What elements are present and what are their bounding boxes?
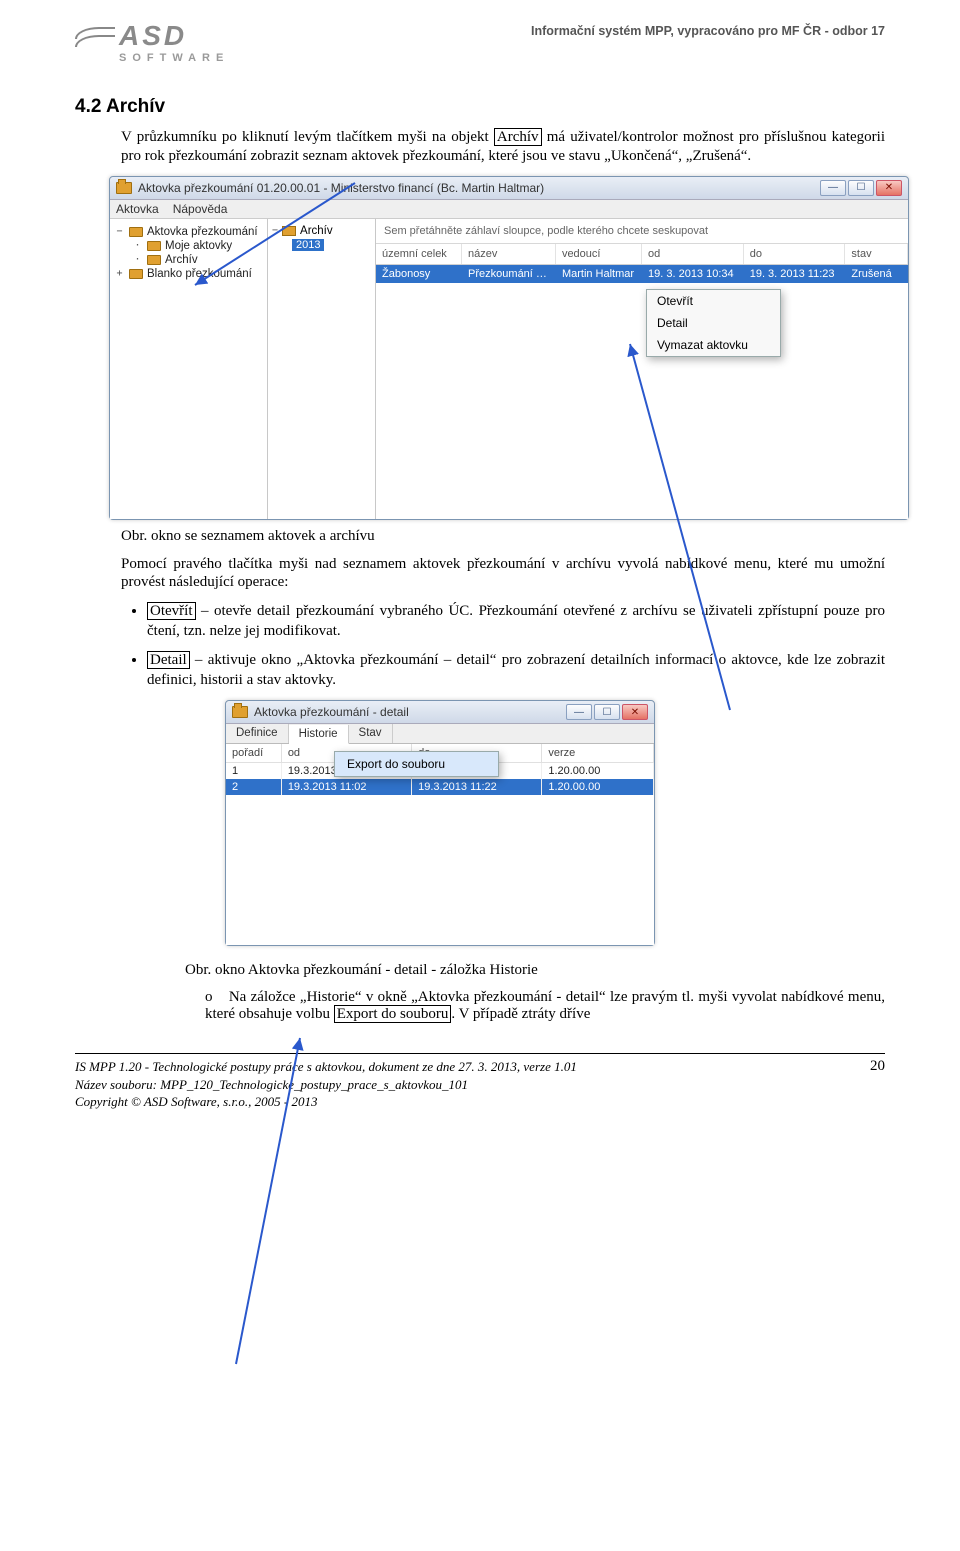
folder-icon	[282, 226, 296, 236]
tree-moje[interactable]: Moje aktovky	[165, 240, 232, 252]
tab-historie[interactable]: Historie	[289, 725, 349, 744]
col-verze[interactable]: verze	[542, 744, 654, 763]
titlebar[interactable]: Aktovka přezkoumání - detail — ☐ ✕	[226, 701, 654, 724]
col-nazev[interactable]: název	[462, 244, 556, 264]
ctx-open[interactable]: Otevřít	[647, 290, 780, 312]
logo-text-bottom: SOFTWARE	[119, 52, 229, 64]
header-right-text: Informační systém MPP, vypracováno pro M…	[531, 20, 885, 38]
window-aktovka-list: Aktovka přezkoumání 01.20.00.01 - Minist…	[109, 176, 909, 520]
close-button[interactable]: ✕	[876, 180, 902, 196]
navigation-tree[interactable]: −Aktovka přezkoumání ·Moje aktovky ·Arch…	[110, 219, 268, 519]
footer-line-2: Název souboru: MPP_120_Technologicke_pos…	[75, 1076, 577, 1094]
bullet-detail: Detail – aktivuje okno „Aktovka přezkoum…	[147, 651, 885, 690]
mid-paragraph: Pomocí pravého tlačítka myši nad sezname…	[121, 555, 885, 593]
bullet-open: Otevřít – otevře detail přezkoumání vybr…	[147, 602, 885, 641]
footer: IS MPP 1.20 - Technologické postupy prác…	[75, 1054, 885, 1111]
asd-swoosh-icon	[75, 27, 115, 57]
export-box: Export do souboru	[334, 1005, 452, 1023]
table-row[interactable]: 219.3.2013 11:0219.3.2013 11:221.20.00.0…	[226, 779, 654, 795]
detail-box: Detail	[147, 651, 190, 669]
figure-caption-2: Obr. okno Aktovka přezkoumání - detail -…	[185, 962, 885, 979]
mid-archiv[interactable]: Archív	[300, 225, 333, 237]
folder-icon	[232, 706, 248, 718]
minimize-button[interactable]: —	[566, 704, 592, 720]
context-menu: Otevřít Detail Vymazat aktovku	[646, 289, 781, 357]
menu-aktovka[interactable]: Aktovka	[116, 202, 159, 216]
mid-tree[interactable]: −Archív 2013	[268, 219, 376, 519]
maximize-button[interactable]: ☐	[848, 180, 874, 196]
col-poradi[interactable]: pořadí	[226, 744, 282, 763]
list-row[interactable]: ŽabonosyPřezkoumání h…Martin Haltmar 19.…	[376, 265, 908, 283]
titlebar[interactable]: Aktovka přezkoumání 01.20.00.01 - Minist…	[110, 177, 908, 200]
window-title: Aktovka přezkoumání 01.20.00.01 - Minist…	[138, 181, 544, 195]
intro-paragraph: V průzkumníku po kliknutí levým tlačítke…	[121, 128, 885, 166]
folder-icon	[129, 269, 143, 279]
folder-icon	[129, 227, 143, 237]
close-button[interactable]: ✕	[622, 704, 648, 720]
tree-archiv[interactable]: Archív	[165, 254, 198, 266]
year-node[interactable]: 2013	[292, 239, 371, 251]
sub-text-2: . V případě ztráty dříve	[451, 1006, 590, 1022]
intro-text: V průzkumníku po kliknutí levým tlačítke…	[121, 129, 494, 145]
col-od[interactable]: od	[642, 244, 744, 264]
list-panel: Sem přetáhněte záhlaví sloupce, podle kt…	[376, 219, 908, 519]
page-header: ASD SOFTWARE Informační systém MPP, vypr…	[75, 20, 885, 64]
logo: ASD SOFTWARE	[75, 20, 229, 64]
col-uzemni[interactable]: územní celek	[376, 244, 462, 264]
menu-napoveda[interactable]: Nápověda	[173, 202, 228, 216]
expand-icon[interactable]: −	[114, 226, 125, 237]
ctx-detail[interactable]: Detail	[647, 312, 780, 334]
footer-line-3: Copyright © ASD Software, s.r.o., 2005 -…	[75, 1093, 577, 1111]
tree-root[interactable]: Aktovka přezkoumání	[147, 226, 258, 238]
figure-caption-1: Obr. okno se seznamem aktovek a archívu	[121, 528, 885, 545]
section-heading: 4.2 Archív	[75, 96, 885, 118]
group-hint: Sem přetáhněte záhlaví sloupce, podle kt…	[376, 219, 908, 244]
tab-stav[interactable]: Stav	[349, 724, 393, 743]
footer-line-1: IS MPP 1.20 - Technologické postupy prác…	[75, 1058, 577, 1076]
ctx-export[interactable]: Export do souboru	[335, 752, 498, 776]
maximize-button[interactable]: ☐	[594, 704, 620, 720]
sub-bullet-list: Na záložce „Historie“ v okně „Aktovka př…	[205, 989, 885, 1023]
col-stav[interactable]: stav	[845, 244, 908, 264]
bullet-text: – otevře detail přezkoumání vybraného ÚC…	[147, 603, 885, 639]
folder-icon	[116, 182, 132, 194]
col-vedouci[interactable]: vedoucí	[556, 244, 642, 264]
ctx-vymazat[interactable]: Vymazat aktovku	[647, 334, 780, 356]
window-title: Aktovka přezkoumání - detail	[254, 705, 409, 719]
tab-definice[interactable]: Definice	[226, 724, 289, 743]
logo-text-top: ASD	[119, 20, 229, 52]
folder-icon	[147, 241, 161, 251]
tree-blanko[interactable]: Blanko přezkoumání	[147, 268, 252, 280]
column-headers[interactable]: územní celek název vedoucí od do stav	[376, 244, 908, 265]
expand-icon[interactable]: +	[114, 268, 125, 279]
tab-bar: Definice Historie Stav	[226, 724, 654, 744]
col-do[interactable]: do	[744, 244, 846, 264]
archiv-ref-box: Archív	[494, 128, 542, 146]
bullet-text: – aktivuje okno „Aktovka přezkoumání – d…	[147, 652, 885, 688]
sub-bullet: Na záložce „Historie“ v okně „Aktovka př…	[205, 989, 885, 1023]
minimize-button[interactable]: —	[820, 180, 846, 196]
page-number: 20	[870, 1058, 885, 1111]
otevrit-box: Otevřít	[147, 602, 196, 620]
bullet-list: Otevřít – otevře detail přezkoumání vybr…	[147, 602, 885, 690]
context-menu: Export do souboru	[334, 751, 499, 777]
folder-icon	[147, 255, 161, 265]
window-aktovka-detail: Aktovka přezkoumání - detail — ☐ ✕ Defin…	[225, 700, 655, 946]
menubar: Aktovka Nápověda	[110, 200, 908, 219]
